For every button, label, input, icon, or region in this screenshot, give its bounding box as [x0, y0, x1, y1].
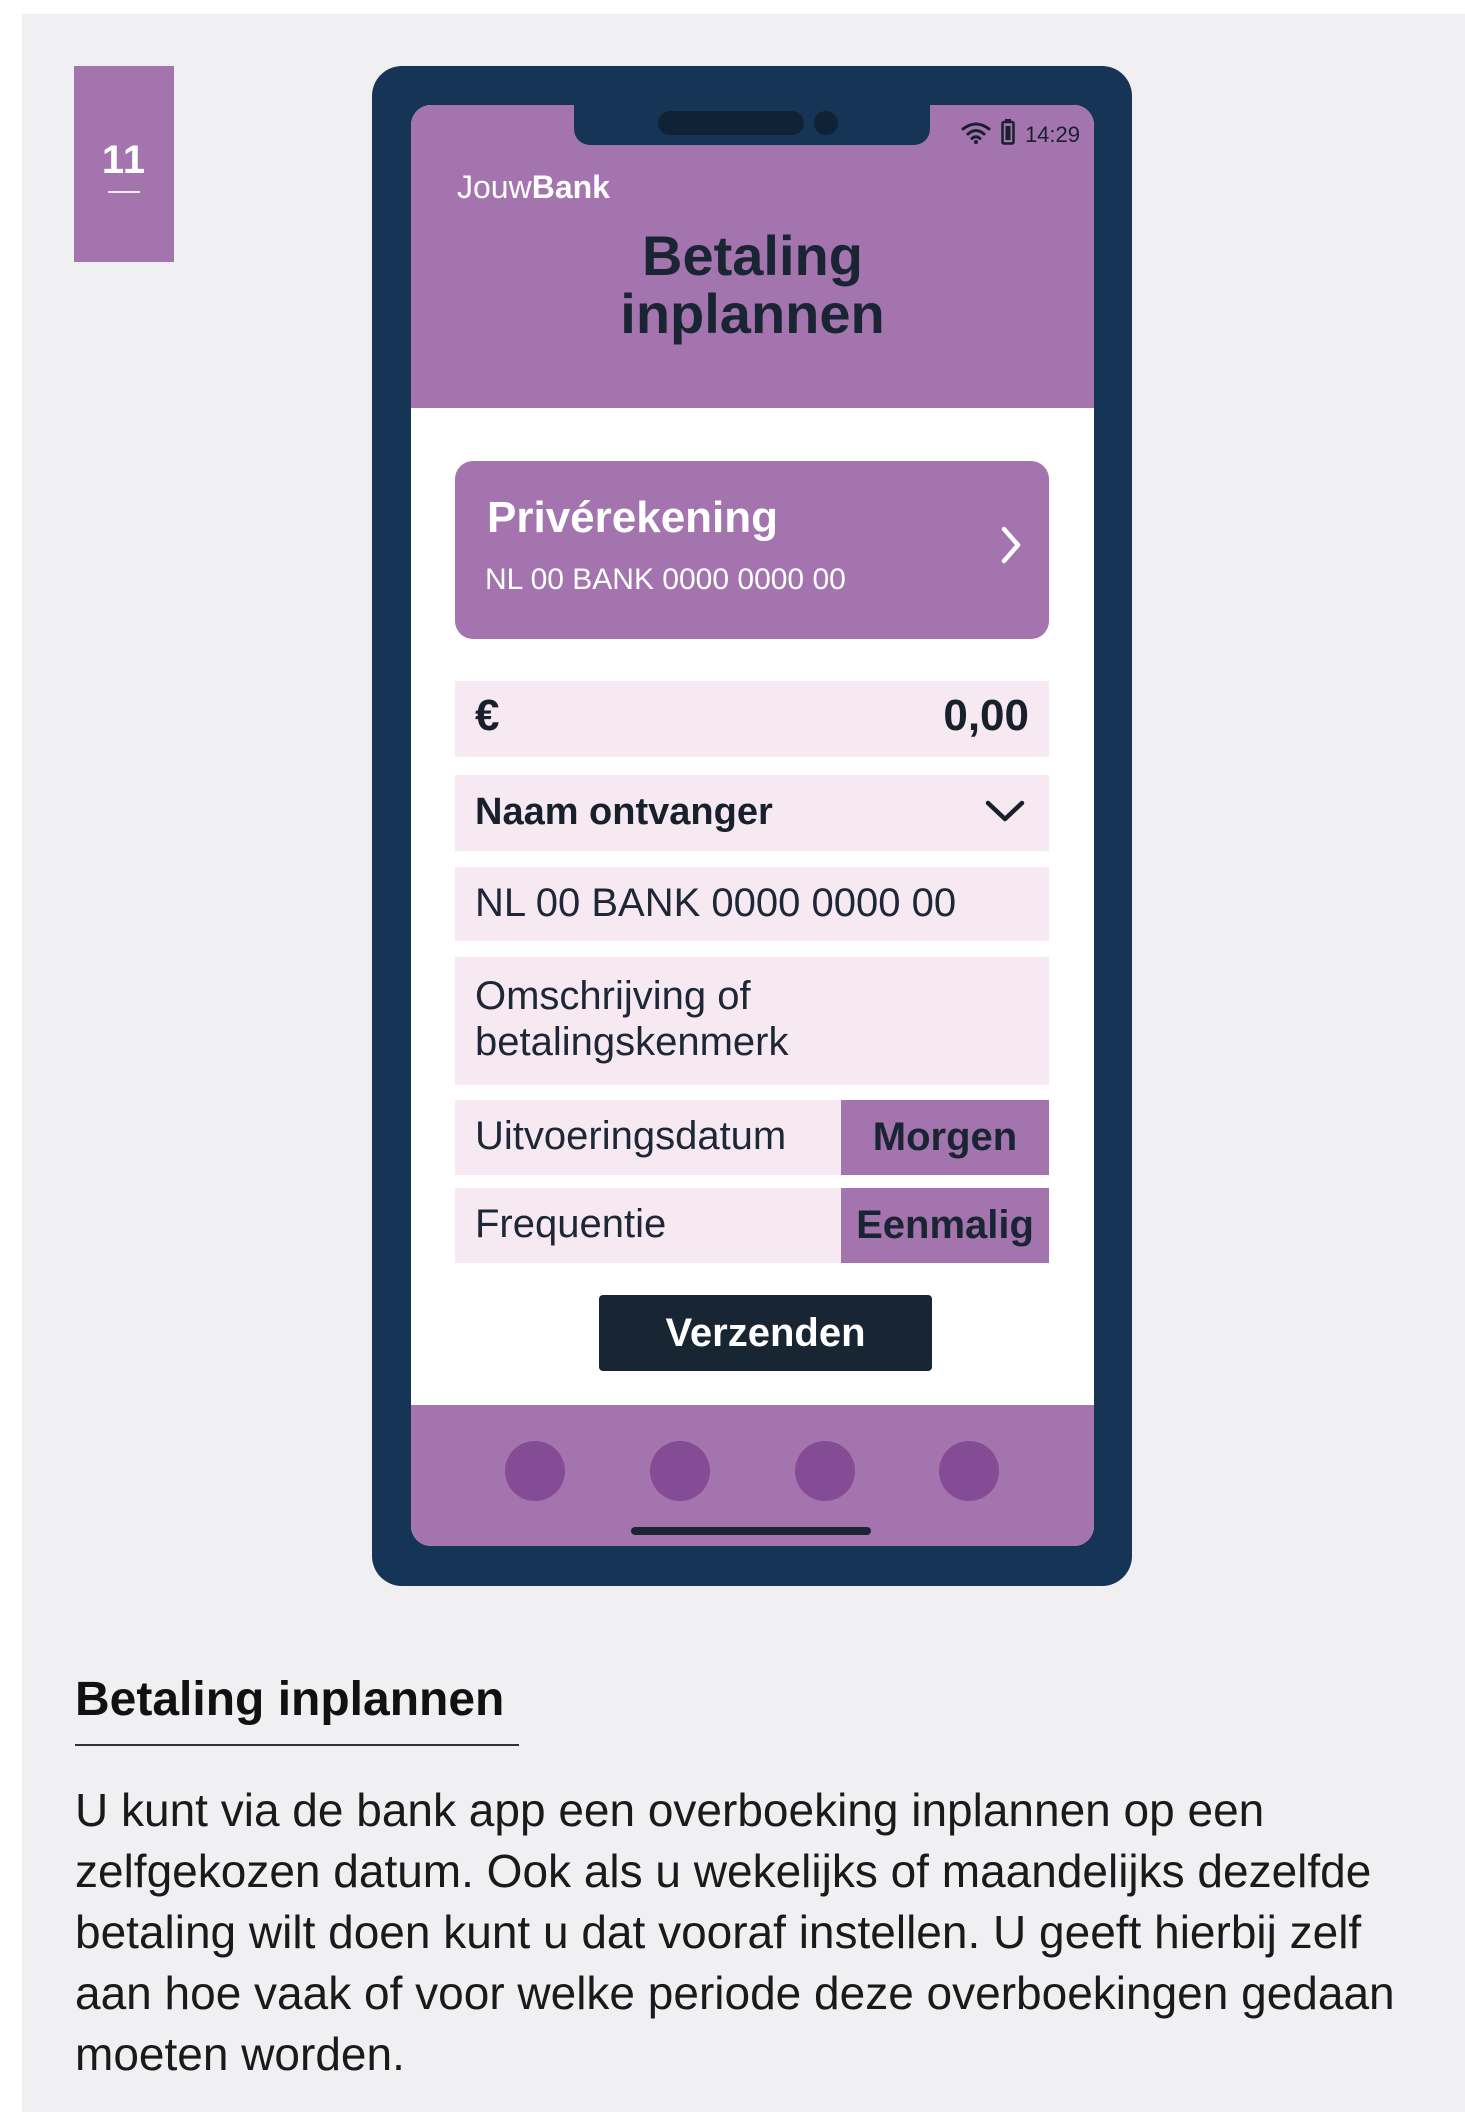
execution-date-label: Uitvoeringsdatum — [475, 1114, 787, 1158]
phone-mockup: 14:29 JouwBank Betaling inplannen Privér… — [372, 66, 1132, 1586]
wifi-icon — [961, 120, 991, 150]
description-field[interactable]: Omschrijving of betalingskenmerk — [455, 957, 1049, 1085]
app-screen-title: Betaling inplannen — [411, 227, 1094, 343]
page-number: 11 — [101, 138, 147, 182]
bottom-navigation — [411, 1405, 1094, 1546]
app-screen-title-text: Betaling inplannen — [620, 224, 885, 345]
nav-item-4[interactable] — [939, 1441, 999, 1501]
account-iban: NL 00 BANK 0000 0000 00 — [485, 563, 846, 596]
description-placeholder: Omschrijving of betalingskenmerk — [475, 974, 789, 1064]
frequency-label: Frequentie — [475, 1202, 667, 1246]
brand-prefix: Jouw — [457, 169, 532, 205]
app-header: 14:29 JouwBank Betaling inplannen — [411, 105, 1094, 408]
page-number-underline — [108, 191, 140, 193]
recipient-name-placeholder: Naam ontvanger — [475, 791, 773, 833]
battery-icon — [1001, 119, 1015, 151]
frequency-row: Frequentie Eenmalig — [455, 1188, 1049, 1263]
status-time: 14:29 — [1024, 122, 1080, 147]
section-title: Betaling inplannen — [75, 1673, 505, 1726]
amount-input[interactable]: € 0,00 — [455, 681, 1049, 757]
amount-value: 0,00 — [943, 691, 1029, 740]
app-brand: JouwBank — [457, 169, 610, 206]
currency-symbol: € — [475, 691, 500, 740]
nav-item-3[interactable] — [795, 1441, 855, 1501]
frequency-selector[interactable]: Eenmalig — [841, 1188, 1049, 1263]
execution-date-selector[interactable]: Morgen — [841, 1100, 1049, 1175]
chevron-right-icon — [999, 523, 1023, 572]
send-button[interactable]: Verzenden — [599, 1295, 932, 1371]
account-name: Privérekening — [487, 493, 779, 542]
nav-item-1[interactable] — [505, 1441, 565, 1501]
home-indicator[interactable] — [631, 1527, 871, 1535]
recipient-iban-value: NL 00 BANK 0000 0000 00 — [475, 881, 957, 925]
phone-speaker — [658, 111, 804, 135]
phone-camera — [814, 111, 838, 135]
account-selector[interactable]: Privérekening NL 00 BANK 0000 0000 00 — [455, 461, 1049, 639]
recipient-iban-field[interactable]: NL 00 BANK 0000 0000 00 — [455, 867, 1049, 941]
page: 11 14:29 JouwBank Betaling inplannen Pri… — [22, 14, 1465, 2112]
recipient-dropdown[interactable]: Naam ontvanger — [455, 775, 1049, 851]
chevron-down-icon — [983, 797, 1027, 830]
status-bar: 14:29 — [961, 119, 1080, 151]
section-body: U kunt via de bank app een overboeking i… — [75, 1784, 1395, 2080]
phone-screen: 14:29 JouwBank Betaling inplannen Privér… — [411, 105, 1094, 1546]
nav-item-2[interactable] — [650, 1441, 710, 1501]
brand-suffix: Bank — [531, 169, 610, 205]
page-number-badge: 11 — [74, 66, 174, 262]
section-divider — [75, 1744, 519, 1746]
phone-notch — [574, 105, 930, 145]
execution-date-row: Uitvoeringsdatum Morgen — [455, 1100, 1049, 1175]
